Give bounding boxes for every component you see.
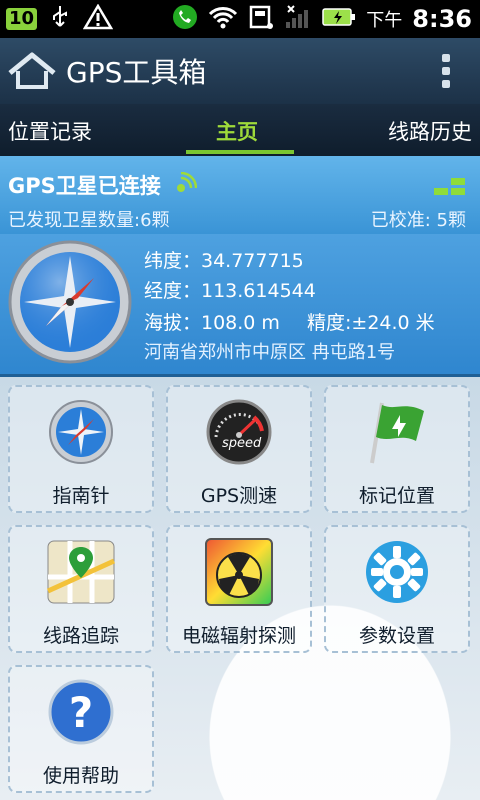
gps-signal-icon bbox=[175, 171, 198, 198]
tile-label: 指南针 bbox=[52, 485, 110, 507]
svg-text:?: ? bbox=[69, 688, 93, 737]
radiation-icon bbox=[204, 537, 274, 607]
gps-connection-status: GPS卫星已连接 bbox=[8, 174, 161, 198]
help-icon: ? bbox=[46, 677, 116, 747]
location-info-panel: 纬度：34.777715 经度：113.614544 海拔：108.0 m 精度… bbox=[0, 234, 480, 374]
battery-icon bbox=[322, 6, 356, 32]
compass-icon[interactable] bbox=[6, 238, 134, 370]
wifi-icon bbox=[208, 5, 238, 33]
tool-grid: 指南针 speed GPS测速 标记位置 线路追踪 电磁辐射探测 参数设置 ? … bbox=[0, 377, 480, 800]
tile-label: 使用帮助 bbox=[42, 765, 119, 787]
clock: 8:36 bbox=[412, 5, 472, 33]
tab-home[interactable]: 主页 bbox=[216, 116, 258, 146]
tile-settings[interactable]: 参数设置 bbox=[324, 525, 470, 653]
app-title-bar: GPS工具箱 bbox=[0, 38, 480, 104]
gps-status-icon bbox=[248, 4, 274, 34]
flag-icon bbox=[362, 397, 432, 467]
tile-emf-detection[interactable]: 电磁辐射探测 bbox=[166, 525, 312, 653]
tile-help[interactable]: ? 使用帮助 bbox=[8, 665, 154, 793]
tile-compass[interactable]: 指南针 bbox=[8, 385, 154, 513]
tile-mark-location[interactable]: 标记位置 bbox=[324, 385, 470, 513]
gear-icon bbox=[362, 537, 432, 607]
home-icon[interactable] bbox=[6, 51, 58, 91]
gps-status-panel: GPS卫星已连接 已发现卫星数量:6颗 已校准: 5颗 bbox=[0, 156, 480, 234]
compass-icon bbox=[46, 397, 116, 467]
tab-route-history[interactable]: 线路历史 bbox=[388, 116, 472, 146]
accuracy: 精度:±24.0 米 bbox=[307, 312, 435, 334]
tile-label: GPS测速 bbox=[200, 485, 278, 507]
tab-bar: 位置记录 主页 线路历史 bbox=[0, 104, 480, 156]
status-bar: 10 下午 8:36 bbox=[0, 0, 480, 38]
am-pm-label: 下午 bbox=[366, 10, 403, 31]
active-tab-indicator bbox=[186, 150, 294, 154]
satellites-calibrated: 已校准: 5颗 bbox=[370, 210, 466, 231]
tile-gps-speed[interactable]: speed GPS测速 bbox=[166, 385, 312, 513]
longitude: 经度：113.614544 bbox=[144, 280, 316, 302]
tile-label: 线路追踪 bbox=[42, 625, 119, 647]
latitude: 纬度：34.777715 bbox=[144, 250, 304, 272]
tile-label: 标记位置 bbox=[358, 485, 435, 507]
tile-label: 参数设置 bbox=[358, 625, 435, 647]
tile-route-tracking[interactable]: 线路追踪 bbox=[8, 525, 154, 653]
satellites-found: 已发现卫星数量:6颗 bbox=[8, 210, 170, 231]
altitude: 海拔：108.0 m bbox=[144, 312, 280, 334]
app-title: GPS工具箱 bbox=[66, 56, 207, 89]
signal-bars-icon bbox=[434, 176, 468, 200]
warning-icon bbox=[82, 3, 114, 34]
usb-icon bbox=[49, 4, 71, 34]
notification-badge: 10 bbox=[6, 8, 38, 30]
speedometer-icon bbox=[204, 397, 274, 467]
tile-label: 电磁辐射探测 bbox=[181, 625, 296, 647]
map-pin-icon bbox=[46, 537, 116, 607]
phone-icon bbox=[172, 4, 198, 34]
address: 河南省郑州市中原区 冉屯路1号 bbox=[144, 342, 396, 363]
signal-strength-icon bbox=[284, 4, 312, 34]
tab-location-records[interactable]: 位置记录 bbox=[8, 116, 92, 146]
overflow-menu-icon[interactable] bbox=[442, 54, 450, 88]
speed-icon-text: speed bbox=[222, 436, 262, 451]
